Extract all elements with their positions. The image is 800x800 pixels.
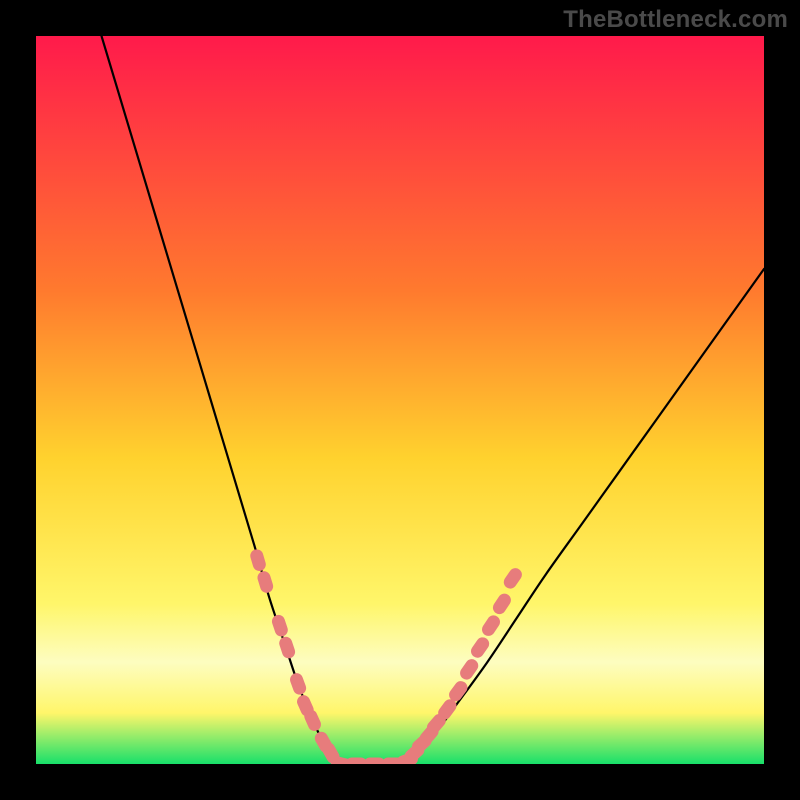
watermark-text: TheBottleneck.com: [563, 6, 788, 34]
plot-area: [36, 36, 764, 764]
gradient-background: [36, 36, 764, 764]
chart-frame: TheBottleneck.com: [0, 0, 800, 800]
chart-svg: [36, 36, 764, 764]
